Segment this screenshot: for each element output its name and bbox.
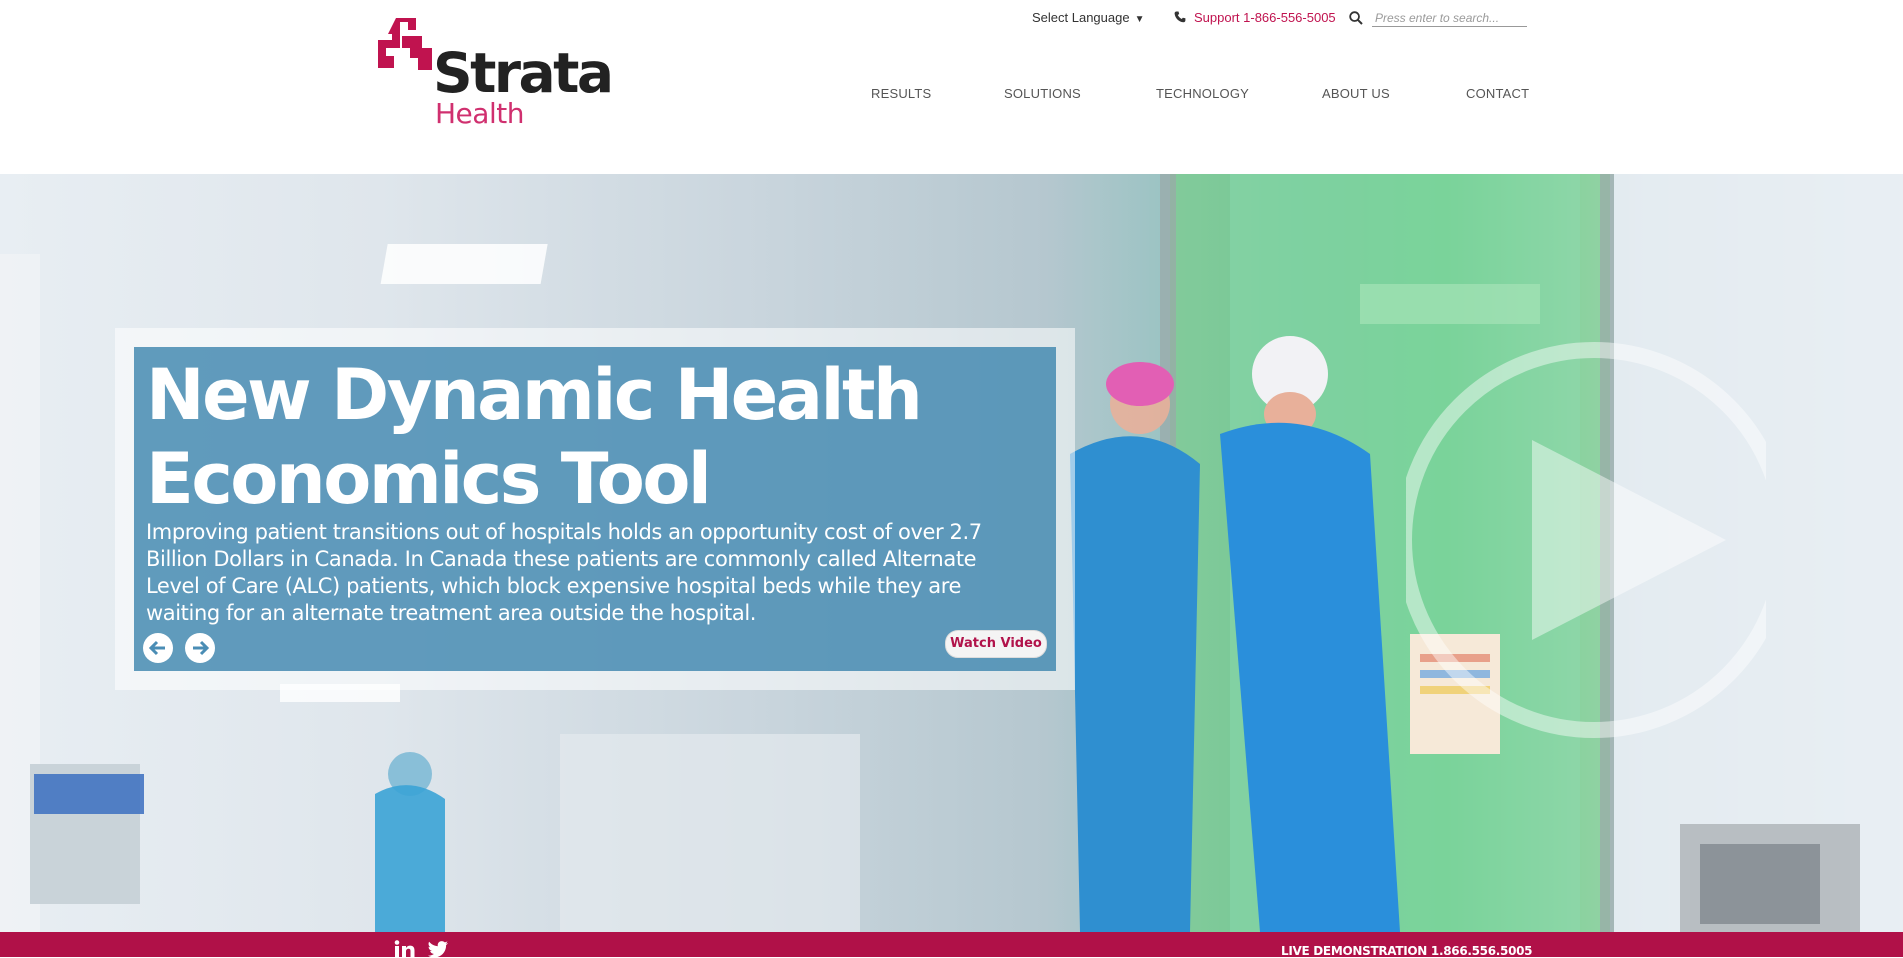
support-phone-text: Support 1-866-556-5005 [1194, 10, 1336, 25]
nav-item-solutions[interactable]: SOLUTIONS [1004, 86, 1081, 101]
hero-slider: New Dynamic Health Economics Tool Improv… [0, 174, 1903, 932]
caret-down-icon: ▼ [1134, 14, 1145, 25]
arrow-right-icon [186, 634, 214, 662]
language-select[interactable]: Select Language ▼ [1032, 10, 1145, 25]
nav-item-technology[interactable]: TECHNOLOGY [1156, 86, 1249, 101]
support-phone-link[interactable]: Support 1-866-556-5005 [1174, 10, 1336, 25]
watch-video-button[interactable]: Watch Video [945, 630, 1047, 658]
linkedin-icon[interactable] [394, 940, 416, 957]
logo-subtitle: Health [435, 97, 524, 130]
arrow-left-icon [144, 634, 172, 662]
strata-health-logo[interactable]: Strata Health [378, 18, 614, 134]
live-demo-text[interactable]: LIVE DEMONSTRATION 1.866.556.5005 [1281, 944, 1533, 958]
slider-prev-button[interactable] [143, 633, 173, 663]
nav-item-contact[interactable]: CONTACT [1466, 86, 1529, 101]
slider-next-button[interactable] [185, 633, 215, 663]
promo-card: New Dynamic Health Economics Tool Improv… [134, 347, 1056, 671]
footer-bar: LIVE DEMONSTRATION 1.866.556.5005 [0, 932, 1903, 958]
nav-item-results[interactable]: RESULTS [871, 86, 931, 101]
logo-wordmark: Strata [433, 41, 614, 105]
promo-title-line1: New Dynamic Health [146, 354, 923, 436]
promo-card-frame: New Dynamic Health Economics Tool Improv… [115, 328, 1075, 690]
search-input[interactable] [1372, 9, 1527, 27]
language-select-label: Select Language [1032, 10, 1130, 25]
promo-title: New Dynamic Health Economics Tool [146, 353, 1046, 521]
phone-icon [1174, 11, 1186, 23]
search-icon[interactable] [1349, 11, 1363, 25]
promo-body: Improving patient transitions out of hos… [146, 520, 982, 625]
promo-title-line2: Economics Tool [146, 438, 712, 520]
site-header: Strata Health Select Language ▼ Support 1… [0, 0, 1903, 174]
nav-item-about-us[interactable]: ABOUT US [1322, 86, 1390, 101]
play-circle-icon[interactable] [1406, 340, 1766, 740]
logo-cross-icon [378, 18, 432, 70]
twitter-icon[interactable] [427, 941, 449, 957]
